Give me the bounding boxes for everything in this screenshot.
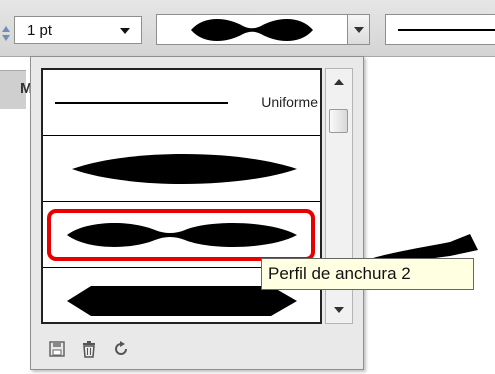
- tooltip: Perfil de anchura 2: [261, 258, 474, 290]
- stroke-weight-value: 1 pt: [27, 22, 53, 39]
- delete-icon[interactable]: [80, 340, 98, 358]
- width-profile-preview[interactable]: [156, 14, 348, 45]
- chevron-down-icon: [120, 28, 130, 34]
- chevron-down-icon: [354, 27, 364, 33]
- stroke-weight-dropdown[interactable]: 1 pt: [14, 16, 142, 44]
- control-toolbar: 1 pt: [0, 0, 495, 57]
- arrow-down-icon[interactable]: [326, 299, 352, 321]
- list-item-uniform[interactable]: Uniforme: [43, 70, 320, 136]
- list-item-width-profile-1[interactable]: [43, 136, 320, 202]
- brush-definition-field[interactable]: [385, 14, 495, 45]
- scrollbar-thumb[interactable]: [329, 109, 348, 133]
- arrow-up-icon[interactable]: [326, 71, 352, 93]
- panel-tab[interactable]: M: [0, 70, 33, 109]
- width-profile-dropdown-button[interactable]: [348, 14, 370, 45]
- width-profile-1-shape: [72, 154, 297, 184]
- uniform-stroke-preview: [398, 29, 495, 31]
- width-profile-2-shape: [191, 19, 313, 41]
- list-item-label: Uniforme: [257, 94, 318, 110]
- selection-highlight: [47, 209, 315, 261]
- reset-icon[interactable]: [112, 340, 130, 358]
- spinner-arrows-icon[interactable]: [0, 22, 12, 44]
- save-icon[interactable]: [48, 340, 66, 358]
